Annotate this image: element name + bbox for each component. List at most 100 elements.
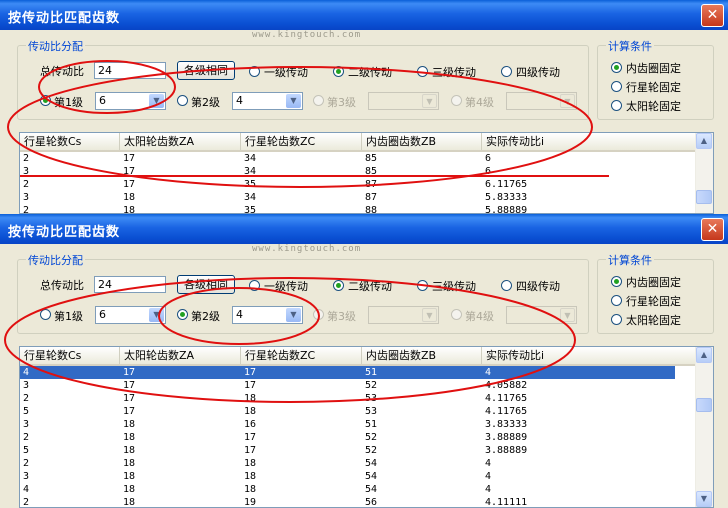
total-ratio-input[interactable]: 24	[94, 276, 166, 293]
column-header[interactable]: 实际传动比i	[482, 347, 696, 364]
level-ratio-select-4[interactable]: ▼	[506, 306, 577, 324]
chevron-down-icon[interactable]: ▼	[149, 94, 164, 108]
table-cell: 2	[23, 458, 30, 469]
scroll-up-icon[interactable]: ▲	[696, 347, 712, 363]
results-table[interactable]: 行星轮数Cs 太阳轮齿数ZA 行星轮齿数ZC 内齿圈齿数ZB 实际传动比i 4 17 17 51…	[19, 346, 714, 508]
condition-radio-3[interactable]	[611, 314, 622, 325]
level-label-4: 第4级	[465, 96, 494, 109]
table-cell: 53	[365, 393, 378, 404]
table-cell: 2	[23, 432, 30, 443]
equal-stages-button[interactable]: 各级相同	[177, 275, 235, 294]
chevron-down-icon[interactable]: ▼	[286, 94, 301, 108]
table-cell: 17	[123, 380, 136, 391]
column-header[interactable]: 行星轮齿数ZC	[241, 347, 362, 364]
chevron-down-icon[interactable]: ▼	[286, 308, 301, 322]
vertical-scrollbar[interactable]: ▲ ▼	[695, 347, 713, 507]
results-table[interactable]: 行星轮数Cs 太阳轮齿数ZA 行星轮齿数ZC 内齿圈齿数ZB 实际传动比i 2 17 34 85…	[19, 132, 714, 214]
table-cell: 18	[123, 497, 136, 508]
chevron-down-icon[interactable]: ▼	[422, 94, 437, 108]
level-radio-3[interactable]	[313, 309, 324, 320]
level-ratio-select-3[interactable]: ▼	[368, 306, 439, 324]
table-row[interactable]: 2 18 18 54 4	[20, 457, 675, 470]
table-row[interactable]: 3 18 34 87 5.83333	[20, 191, 675, 204]
stage-radio-2[interactable]	[333, 280, 344, 291]
column-header[interactable]: 内齿圈齿数ZB	[362, 347, 482, 364]
level-ratio-select-1[interactable]: 6 ▼	[95, 92, 166, 110]
title-bar[interactable]: 按传动比匹配齿数 ✕	[0, 214, 728, 244]
table-row[interactable]: 5 17 18 53 4.11765	[20, 405, 675, 418]
vertical-scrollbar[interactable]: ▲	[695, 133, 713, 213]
chevron-down-icon[interactable]: ▼	[149, 308, 164, 322]
stage-radio-1[interactable]	[249, 280, 260, 291]
title-bar[interactable]: 按传动比匹配齿数 ✕	[0, 0, 728, 30]
column-header[interactable]: 行星轮数Cs	[20, 133, 120, 150]
condition-radio-3[interactable]	[611, 100, 622, 111]
level-ratio-select-1[interactable]: 6 ▼	[95, 306, 166, 324]
table-cell: 17	[123, 166, 136, 177]
total-ratio-input[interactable]: 24	[94, 62, 166, 79]
column-header[interactable]: 行星轮齿数ZC	[241, 133, 362, 150]
table-cell: 17	[244, 367, 257, 378]
stage-radio-3[interactable]	[417, 280, 428, 291]
table-row[interactable]: 2 17 34 85 6	[20, 152, 675, 165]
condition-radio-2[interactable]	[611, 295, 622, 306]
table-row[interactable]: 2 18 19 56 4.11111	[20, 496, 675, 508]
table-row[interactable]: 2 18 17 52 3.88889	[20, 431, 675, 444]
level-radio-2[interactable]	[177, 95, 188, 106]
condition-radio-1[interactable]	[611, 276, 622, 287]
stage-radio-4[interactable]	[501, 280, 512, 291]
close-button[interactable]: ✕	[701, 4, 724, 27]
condition-label-1: 内齿圈固定	[626, 62, 681, 75]
column-header[interactable]: 实际传动比i	[482, 133, 696, 150]
level-label-2: 第2级	[191, 310, 220, 323]
table-row[interactable]: 3 18 16 51 3.83333	[20, 418, 675, 431]
table-cell: 6	[485, 153, 492, 164]
level-radio-2[interactable]	[177, 309, 188, 320]
column-header[interactable]: 行星轮数Cs	[20, 347, 120, 364]
table-row[interactable]: 3 17 34 85 6	[20, 165, 675, 178]
table-row[interactable]: 4 18 18 54 4	[20, 483, 675, 496]
condition-radio-2[interactable]	[611, 81, 622, 92]
chevron-down-icon[interactable]: ▼	[422, 308, 437, 322]
table-cell: 3.88889	[485, 445, 528, 456]
stage-radio-4[interactable]	[501, 66, 512, 77]
level-radio-4[interactable]	[451, 309, 462, 320]
close-button[interactable]: ✕	[701, 218, 724, 241]
level-radio-1[interactable]	[40, 95, 51, 106]
stage-label-3: 三级传动	[432, 66, 476, 79]
scroll-thumb[interactable]	[696, 398, 712, 412]
level-ratio-select-3[interactable]: ▼	[368, 92, 439, 110]
column-header[interactable]: 太阳轮齿数ZA	[120, 133, 241, 150]
column-header[interactable]: 内齿圈齿数ZB	[362, 133, 482, 150]
chevron-down-icon[interactable]: ▼	[560, 94, 575, 108]
stage-radio-1[interactable]	[249, 66, 260, 77]
chevron-down-icon[interactable]: ▼	[560, 308, 575, 322]
table-row[interactable]: 2 18 35 88 5.88889	[20, 204, 675, 214]
table-cell: 35	[244, 205, 257, 214]
scroll-up-icon[interactable]: ▲	[696, 133, 712, 149]
watermark-text: www.kingtouch.com	[252, 244, 362, 254]
scroll-down-icon[interactable]: ▼	[696, 491, 712, 507]
scroll-thumb[interactable]	[696, 190, 712, 204]
ratio-group-title: 传动比分配	[26, 38, 85, 54]
table-row[interactable]: 3 18 18 54 4	[20, 470, 675, 483]
column-header[interactable]: 太阳轮齿数ZA	[120, 347, 241, 364]
stage-radio-3[interactable]	[417, 66, 428, 77]
table-row[interactable]: 4 17 17 51 4	[20, 366, 675, 379]
table-row[interactable]: 2 17 18 53 4.11765	[20, 392, 675, 405]
table-row[interactable]: 5 18 17 52 3.88889	[20, 444, 675, 457]
level-ratio-value: 4	[236, 94, 243, 107]
table-row[interactable]: 3 17 17 52 4.05882	[20, 379, 675, 392]
equal-stages-button[interactable]: 各级相同	[177, 61, 235, 80]
table-row[interactable]: 2 17 35 87 6.11765	[20, 178, 675, 191]
level-radio-4[interactable]	[451, 95, 462, 106]
level-ratio-select-4[interactable]: ▼	[506, 92, 577, 110]
table-cell: 4	[485, 484, 492, 495]
level-radio-3[interactable]	[313, 95, 324, 106]
level-ratio-select-2[interactable]: 4 ▼	[232, 306, 303, 324]
table-cell: 18	[244, 406, 257, 417]
stage-radio-2[interactable]	[333, 66, 344, 77]
condition-radio-1[interactable]	[611, 62, 622, 73]
level-ratio-select-2[interactable]: 4 ▼	[232, 92, 303, 110]
level-radio-1[interactable]	[40, 309, 51, 320]
